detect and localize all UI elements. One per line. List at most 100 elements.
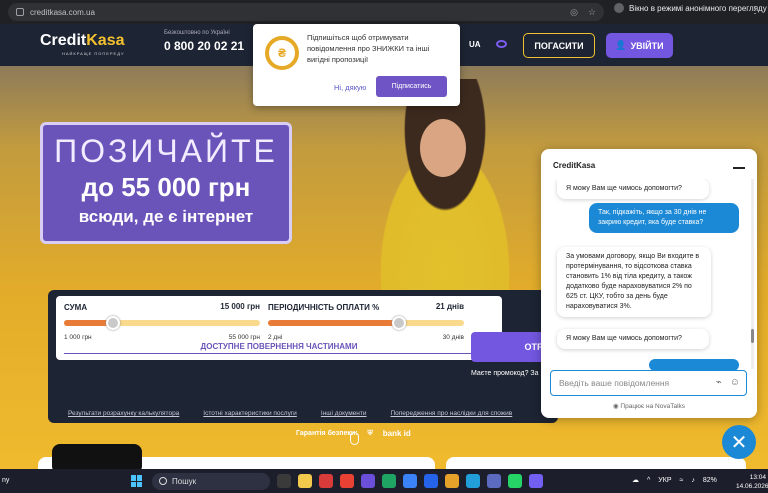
opera-icon[interactable] <box>319 474 333 488</box>
store-icon[interactable] <box>403 474 417 488</box>
chevron-up-icon[interactable]: ^ <box>647 477 650 484</box>
link-warning[interactable]: Попередження про наслідки для спожив <box>390 410 512 417</box>
chat-title: CreditKasa <box>553 161 596 170</box>
logo[interactable]: CreditKasa НАЙКРАЩЕ ПОПЕРЕДУ <box>40 32 125 56</box>
period-slider-fill <box>268 320 400 326</box>
volume-icon[interactable]: ♪ <box>691 477 695 484</box>
period-min: 2 дні <box>268 334 283 341</box>
site-info-icon[interactable] <box>16 8 24 16</box>
shield-badge-icon: ⛨ <box>367 429 373 437</box>
minimize-icon[interactable] <box>733 167 745 169</box>
promo-banner: ПОЗИЧАЙТЕ до 55 000 грн всюди, де є інте… <box>40 122 292 244</box>
sum-min: 1 000 грн <box>64 334 92 341</box>
url-text: creditkasa.com.ua <box>30 7 95 17</box>
link-other-docs[interactable]: Інші документи <box>321 410 367 417</box>
language-switch[interactable]: UA <box>469 40 481 49</box>
chrome-icon[interactable] <box>445 474 459 488</box>
paperclip-icon[interactable]: ⌁ <box>716 377 722 388</box>
powered-text: Працює на NovaTalks <box>620 403 686 410</box>
task-view-icon[interactable] <box>277 474 291 488</box>
scrollbar-thumb[interactable] <box>751 329 754 343</box>
scroll-mouse-icon[interactable] <box>350 432 359 445</box>
period-slider-group: ПЕРІОДИЧНІСТЬ ОПЛАТИ % 21 днів 2 дні 30 д… <box>268 302 464 341</box>
taskbar-left-text: ny <box>2 477 10 484</box>
phone-number[interactable]: 0 800 20 02 21 <box>164 39 244 53</box>
clock-time: 13:04 <box>749 474 766 481</box>
emoji-icon[interactable]: ☺ <box>730 377 740 388</box>
login-label: УВІЙТИ <box>630 40 664 51</box>
chat-input-placeholder: Введіть ваше повідомлення <box>559 378 670 388</box>
eye-off-icon[interactable]: ◎ <box>570 7 578 18</box>
sum-value: 15 000 грн <box>220 302 260 311</box>
browser-toolbar: creditkasa.com.ua ◎ ☆ Вікно в режимі анон… <box>0 0 768 24</box>
sum-label: СУМА <box>64 303 88 312</box>
sum-max: 55 000 грн <box>228 334 260 341</box>
decline-button[interactable]: Ні, дякую <box>334 83 366 92</box>
viber-icon[interactable] <box>529 474 543 488</box>
chat-message-bot: Я можу Вам ще чимось допомогти? <box>557 329 709 349</box>
dropbox-icon[interactable] <box>424 474 438 488</box>
link-calc-results[interactable]: Результати розрахунку калькулятора <box>68 410 179 417</box>
accessibility-eye-icon[interactable] <box>496 40 507 48</box>
clock[interactable]: 13:04 14.06.2026 <box>736 473 768 491</box>
app-icon[interactable] <box>487 474 501 488</box>
sum-slider-handle[interactable] <box>106 316 120 330</box>
sum-slider-group: СУМА 15 000 грн 1 000 грн 55 000 грн <box>64 302 260 341</box>
sum-slider[interactable] <box>64 316 260 330</box>
taskbar-search[interactable]: Пошук <box>152 473 270 490</box>
promo-code-link[interactable]: Маєте промокод? За <box>471 370 539 377</box>
copilot-icon[interactable] <box>361 474 375 488</box>
language-indicator[interactable]: УКР <box>658 477 671 484</box>
taskbar-search-label: Пошук <box>172 477 197 486</box>
divider <box>64 353 494 354</box>
menu-icon[interactable]: ⋮ <box>750 5 760 16</box>
period-slider-handle[interactable] <box>392 316 407 330</box>
period-max: 30 днів <box>442 334 464 341</box>
wifi-icon[interactable]: ≈ <box>680 477 684 484</box>
star-icon[interactable]: ☆ <box>588 7 596 18</box>
sum-range: 1 000 грн 55 000 грн <box>64 334 260 341</box>
windows-start-icon[interactable] <box>131 475 143 487</box>
address-bar[interactable]: creditkasa.com.ua ◎ ☆ <box>8 3 604 21</box>
promo-line-2: до 55 000 грн <box>81 172 251 202</box>
guarantee-label: Гарантія безпеки: <box>296 430 358 437</box>
chat-scrollbar[interactable] <box>751 179 754 369</box>
repay-button[interactable]: ПОГАСИТИ <box>523 33 595 58</box>
battery-percent[interactable]: 82% <box>703 477 717 484</box>
logo-tagline: НАЙКРАЩЕ ПОПЕРЕДУ <box>62 51 125 56</box>
chat-messages[interactable]: Я можу Вам ще чимось допомогти? Так, під… <box>549 179 745 371</box>
clock-date: 14.06.2026 <box>736 483 768 490</box>
link-characteristics[interactable]: Істотні характеристики послуги <box>203 410 297 417</box>
period-label: ПЕРІОДИЧНІСТЬ ОПЛАТИ % <box>268 303 380 312</box>
close-chat-button[interactable]: ✕ <box>722 425 756 459</box>
period-range: 2 дні 30 днів <box>268 334 464 341</box>
bankid-logo: bank id <box>382 429 411 438</box>
chat-input[interactable]: Введіть ваше повідомлення ⌁ ☺ <box>550 370 747 396</box>
get-money-button[interactable]: ОТР <box>471 332 551 362</box>
telegram-icon[interactable] <box>466 474 480 488</box>
login-button[interactable]: 👤 УВІЙТИ <box>606 33 673 58</box>
subscribe-button[interactable]: Підписатись <box>376 76 447 97</box>
subscribe-message: Підпишіться щоб отримувати повідомлення … <box>307 33 430 64</box>
search-icon <box>159 477 167 485</box>
incognito-label: Вікно в режимі анонімного перегляду <box>629 3 767 13</box>
taskbar-apps <box>277 474 543 488</box>
whatsapp-icon[interactable] <box>508 474 522 488</box>
weather-icon[interactable]: ☁ <box>632 476 639 484</box>
incognito-indicator[interactable]: Вікно в режимі анонімного перегляду <box>614 3 767 13</box>
file-explorer-icon[interactable] <box>298 474 312 488</box>
promo-line-3: всюди, де є інтернет <box>78 207 254 226</box>
powered-by[interactable]: ◉ Працює на NovaTalks <box>541 402 757 410</box>
period-slider[interactable] <box>268 316 464 330</box>
promo-line-1: ПОЗИЧАЙТЕ <box>54 133 278 169</box>
logo-main: Credit <box>40 32 87 49</box>
incognito-icon <box>614 3 624 13</box>
partial-repayment-link[interactable]: ДОСТУПНЕ ПОВЕРНЕННЯ ЧАСТИНАМИ <box>56 342 502 351</box>
bell-logo-icon: ₴ <box>265 36 299 70</box>
app-l-icon[interactable] <box>340 474 354 488</box>
hero-face <box>420 119 466 177</box>
loan-calculator: СУМА 15 000 грн 1 000 грн 55 000 грн ПЕРІ… <box>48 290 558 438</box>
edge-icon[interactable] <box>382 474 396 488</box>
push-subscribe-popup: ₴ Підпишіться щоб отримувати повідомленн… <box>253 24 460 106</box>
chat-widget: CreditKasa Я можу Вам ще чимось допомогт… <box>541 149 757 418</box>
